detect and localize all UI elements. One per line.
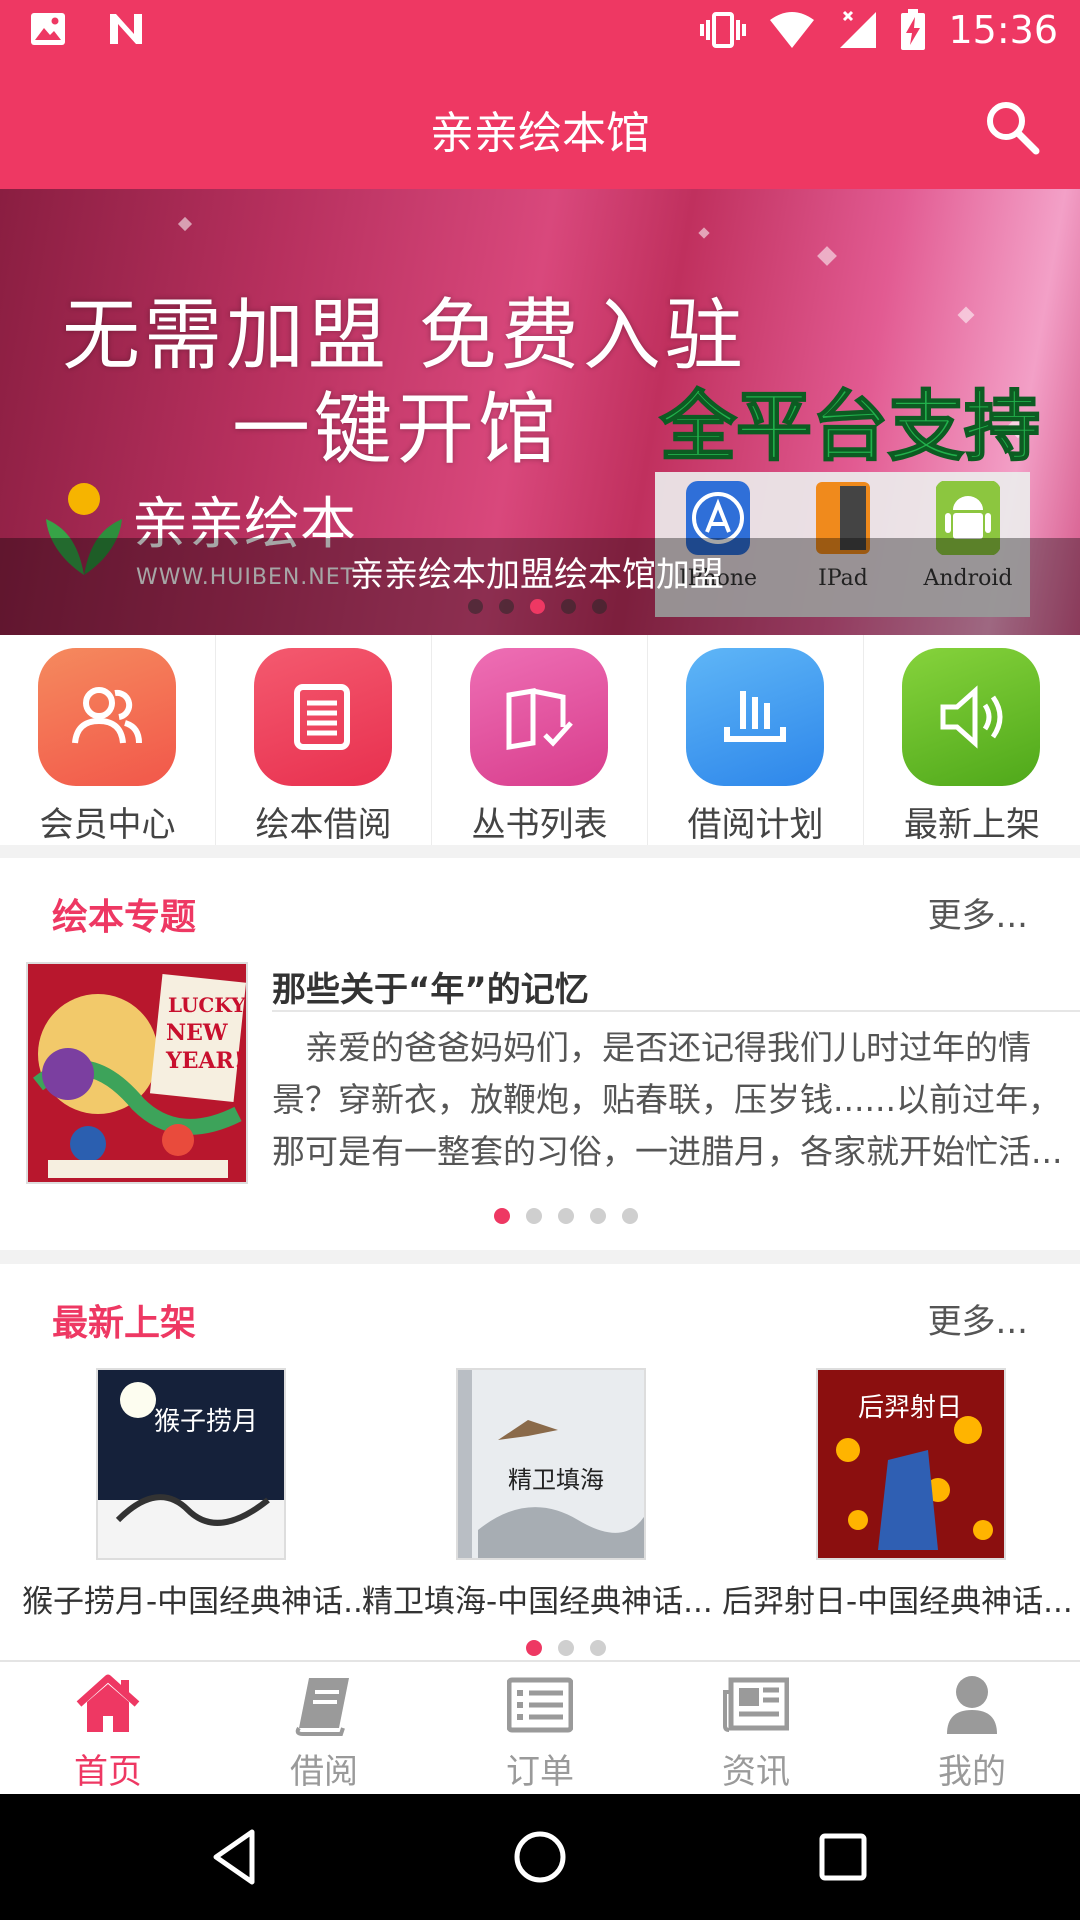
svg-text:NEW: NEW xyxy=(166,1020,228,1046)
new-arrivals-dot-active[interactable] xyxy=(526,1640,542,1656)
profile-icon xyxy=(947,1676,997,1734)
plan-icon xyxy=(686,648,824,786)
banner-dot[interactable] xyxy=(468,599,483,614)
banner-platform-slogan: 全平台支持 xyxy=(659,381,1041,472)
sparkle-decoration xyxy=(817,246,837,266)
n-app-icon xyxy=(110,14,142,44)
book-list-icon xyxy=(254,648,392,786)
topics-dot[interactable] xyxy=(558,1208,574,1224)
tab-profile[interactable]: 我的 xyxy=(864,1662,1080,1796)
topics-more-link[interactable]: 更多... xyxy=(928,888,1028,937)
nav-members[interactable]: 会员中心 xyxy=(0,635,216,845)
feature-nav-grid: 会员中心 绘本借阅 丛书列表 借阅计划 最新上架 xyxy=(0,635,1080,845)
nav-new-arrivals[interactable]: 最新上架 xyxy=(864,635,1080,845)
app-title: 亲亲绘本馆 xyxy=(430,108,650,159)
order-list-icon xyxy=(507,1677,573,1733)
tab-label: 订单 xyxy=(506,1752,574,1792)
tab-label: 首页 xyxy=(74,1752,142,1792)
vibrate-icon xyxy=(700,12,747,48)
app-screen: 15:36 亲亲绘本馆 无需加盟 免费入驻 一键开馆 全平台支持 亲亲绘本 WW… xyxy=(0,0,1080,1920)
topics-dot[interactable] xyxy=(622,1208,638,1224)
topic-divider xyxy=(272,1010,1080,1012)
topics-dot[interactable] xyxy=(590,1208,606,1224)
sparkle-decoration xyxy=(177,216,193,232)
sparkle-decoration xyxy=(957,306,975,324)
nav-label: 借阅计划 xyxy=(687,805,824,845)
home-icon xyxy=(76,1674,140,1732)
bottom-tab-bar: 首页 借阅 订单 资讯 我的 xyxy=(0,1660,1080,1794)
book-cover-3[interactable]: 后羿射日 xyxy=(816,1368,1006,1560)
tab-label: 借阅 xyxy=(290,1752,358,1792)
nav-label: 绘本借阅 xyxy=(255,805,392,845)
system-nav-bar xyxy=(0,1794,1080,1920)
image-icon xyxy=(31,13,65,45)
recents-icon[interactable] xyxy=(810,1824,876,1890)
nav-book-series[interactable]: 丛书列表 xyxy=(432,635,648,845)
topic-cover-image[interactable]: LUCKY NEW YEAR! xyxy=(26,962,248,1184)
topic-item-excerpt[interactable]: 亲爱的爸爸妈妈们，是否还记得我们儿时过年的情景？穿新衣，放鞭炮，贴春联，压岁钱.… xyxy=(272,1022,1080,1182)
tab-label: 我的 xyxy=(938,1752,1006,1792)
status-bar: 15:36 xyxy=(0,0,1080,63)
svg-text:YEAR!: YEAR! xyxy=(165,1048,243,1074)
svg-text:LUCKY: LUCKY xyxy=(168,993,246,1017)
tab-home[interactable]: 首页 xyxy=(0,1662,216,1796)
banner-dot-active[interactable] xyxy=(530,599,545,614)
sparkle-decoration xyxy=(698,227,710,239)
book-caption-3[interactable]: 后羿射日-中国经典神话... xyxy=(722,1576,1073,1621)
book-cover-title: 精卫填海 xyxy=(508,1466,604,1494)
banner-headline-2: 一键开馆 xyxy=(232,385,561,475)
home-circle-icon[interactable] xyxy=(507,1824,573,1890)
status-time: 15:36 xyxy=(948,8,1058,52)
members-icon xyxy=(38,648,176,786)
nav-book-borrow[interactable]: 绘本借阅 xyxy=(216,635,432,845)
news-icon xyxy=(723,1677,789,1732)
search-icon[interactable] xyxy=(984,99,1040,155)
banner-page-indicator[interactable] xyxy=(468,599,607,614)
wifi-icon xyxy=(770,12,815,48)
book-cover-1[interactable]: 猴子捞月 xyxy=(96,1368,286,1560)
promo-banner[interactable]: 无需加盟 免费入驻 一键开馆 全平台支持 亲亲绘本 WWW.HUIBEN.NET… xyxy=(0,189,1080,635)
topics-title: 绘本专题 xyxy=(52,897,197,938)
borrow-book-icon xyxy=(295,1678,349,1736)
banner-caption: 亲亲绘本加盟绘本馆加盟 xyxy=(350,555,724,595)
speaker-icon xyxy=(902,648,1040,786)
banner-dot[interactable] xyxy=(561,599,576,614)
topics-dot[interactable] xyxy=(526,1208,542,1224)
new-arrivals-dot[interactable] xyxy=(558,1640,574,1656)
book-cover-title: 后羿射日 xyxy=(858,1393,962,1423)
banner-dot[interactable] xyxy=(499,599,514,614)
book-cover-title: 猴子捞月 xyxy=(154,1407,258,1437)
book-cover-2[interactable]: 精卫填海 xyxy=(456,1368,646,1560)
app-bar: 亲亲绘本馆 xyxy=(0,63,1080,189)
topics-page-indicator[interactable] xyxy=(494,1208,638,1224)
tab-news[interactable]: 资讯 xyxy=(648,1662,864,1796)
tab-borrow[interactable]: 借阅 xyxy=(216,1662,432,1796)
new-arrivals-page-indicator[interactable] xyxy=(526,1640,606,1656)
tab-orders[interactable]: 订单 xyxy=(432,1662,648,1796)
banner-dot[interactable] xyxy=(592,599,607,614)
topic-item-title[interactable]: 那些关于“年”的记忆 xyxy=(272,962,589,1011)
nav-label: 会员中心 xyxy=(39,805,176,845)
book-caption-2[interactable]: 精卫填海-中国经典神话... xyxy=(362,1576,713,1621)
signal-icon xyxy=(840,10,877,48)
nav-label: 丛书列表 xyxy=(471,805,608,845)
back-icon[interactable] xyxy=(202,1824,268,1890)
new-arrivals-more-link[interactable]: 更多... xyxy=(928,1294,1028,1343)
nav-borrow-plan[interactable]: 借阅计划 xyxy=(648,635,864,845)
nav-label: 最新上架 xyxy=(904,805,1040,845)
new-arrivals-dot[interactable] xyxy=(590,1640,606,1656)
book-caption-1[interactable]: 猴子捞月-中国经典神话... xyxy=(22,1576,373,1621)
topics-dot-active[interactable] xyxy=(494,1208,510,1224)
tab-label: 资讯 xyxy=(722,1752,790,1792)
new-arrivals-title: 最新上架 xyxy=(52,1303,197,1344)
battery-charging-icon xyxy=(901,9,926,50)
open-book-icon xyxy=(470,648,608,786)
